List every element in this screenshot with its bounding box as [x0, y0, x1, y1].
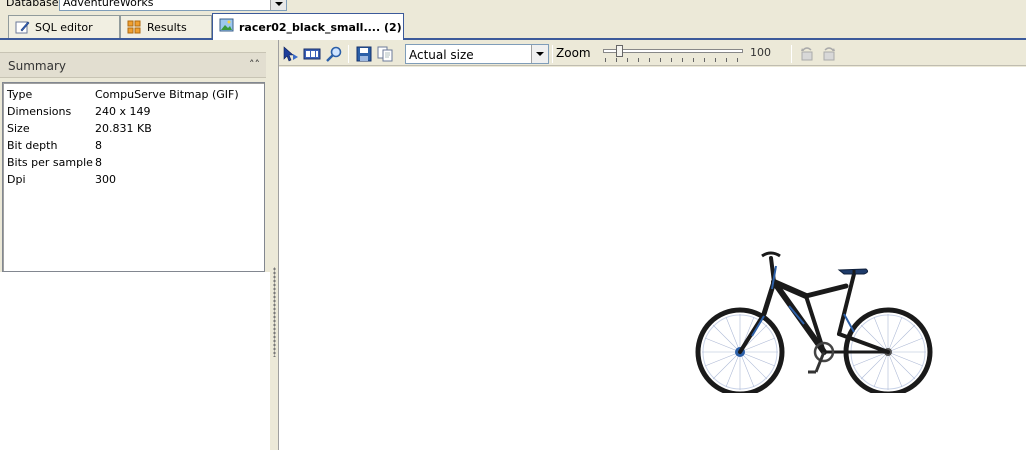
property-value: CompuServe Bitmap (GIF): [95, 88, 239, 101]
filmstrip-icon[interactable]: [303, 45, 321, 63]
image-toolbar: Actual size Zoom 100: [279, 42, 1026, 66]
summary-properties-list: Type CompuServe Bitmap (GIF) Dimensions …: [2, 82, 265, 272]
bicycle-image: [695, 251, 933, 393]
zoom-slider[interactable]: [603, 44, 743, 64]
database-bar: Database AdventureWorks: [0, 0, 1026, 12]
toolbar-separator: [552, 45, 553, 63]
rotate-right-icon[interactable]: [820, 45, 838, 63]
summary-header[interactable]: Summary ˄˄: [0, 52, 266, 78]
database-select[interactable]: AdventureWorks: [59, 0, 287, 11]
property-value: 20.831 KB: [95, 122, 152, 135]
property-value: 8: [95, 156, 102, 169]
property-key: Size: [7, 122, 30, 135]
select-move-tool-icon[interactable]: [281, 45, 299, 63]
property-key: Type: [7, 88, 33, 101]
grid-icon: [127, 20, 141, 34]
document-tabs: SQL editor Results racer02_black_small..…: [0, 12, 1026, 40]
tab-label: Results: [147, 20, 187, 34]
database-select-value: AdventureWorks: [63, 0, 154, 9]
handlebar: [761, 251, 781, 258]
chevron-down-icon[interactable]: [270, 0, 286, 10]
zoom-slider-track[interactable]: [603, 49, 743, 53]
pane-splitter[interactable]: [270, 40, 279, 450]
size-mode-select[interactable]: Actual size: [405, 44, 549, 64]
chevron-down-icon[interactable]: [531, 45, 548, 63]
zoom-label: Zoom: [556, 46, 591, 60]
zoom-value: 100: [750, 46, 771, 59]
tab-image-viewer[interactable]: racer02_black_small.... (2): [212, 13, 404, 40]
property-key: Bit depth: [7, 139, 58, 152]
database-label: Database: [6, 0, 59, 9]
tab-label: racer02_black_small.... (2): [239, 20, 402, 34]
summary-title: Summary: [8, 59, 66, 73]
image-icon: [219, 18, 234, 32]
property-value: 300: [95, 173, 116, 186]
toolbar-separator: [791, 45, 792, 63]
toolbar-separator: [348, 45, 349, 63]
save-icon[interactable]: [355, 45, 373, 63]
pencil-icon: [15, 21, 30, 34]
zoom-magnifier-icon[interactable]: [325, 45, 343, 63]
pane-empty-area: [0, 272, 270, 450]
zoom-slider-thumb[interactable]: [616, 45, 623, 57]
image-canvas[interactable]: [279, 67, 1026, 450]
property-value: 240 x 149: [95, 105, 151, 118]
property-key: Bits per sample: [7, 156, 93, 169]
zoom-slider-ticks: [605, 58, 741, 62]
collapse-chevron-icon[interactable]: ˄˄: [249, 58, 260, 71]
tab-sql-editor[interactable]: SQL editor: [8, 15, 120, 38]
property-key: Dimensions: [7, 105, 72, 118]
tab-label: SQL editor: [35, 20, 93, 34]
size-mode-value: Actual size: [409, 48, 474, 62]
properties-pane: Summary ˄˄ Type CompuServe Bitmap (GIF) …: [0, 40, 270, 450]
rotate-left-icon[interactable]: [798, 45, 816, 63]
tab-results[interactable]: Results: [120, 15, 212, 38]
property-value: 8: [95, 139, 102, 152]
property-key: Dpi: [7, 173, 26, 186]
splitter-grip-icon[interactable]: [273, 267, 276, 357]
copy-icon[interactable]: [376, 45, 394, 63]
